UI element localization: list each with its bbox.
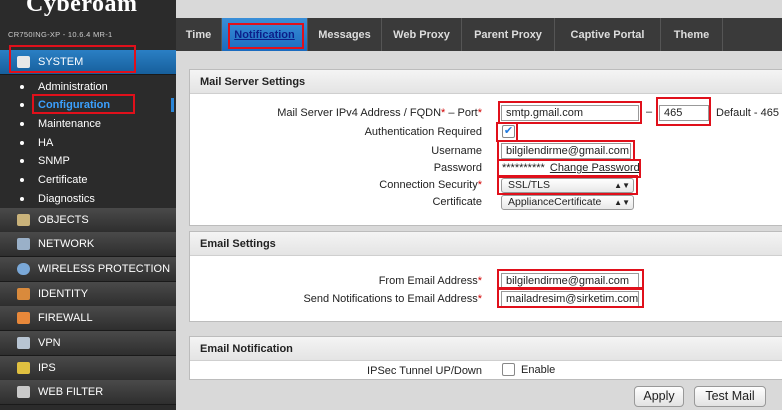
bullet-icon (20, 196, 24, 201)
mail-server-address-input[interactable]: smtp.gmail.com (501, 105, 639, 121)
sidebar-section-web-filter[interactable]: WEB FILTER (0, 380, 176, 405)
change-password-link[interactable]: Change Password (550, 162, 640, 174)
brand-logo: Cyberoam (26, 0, 138, 17)
sidebar-section-network[interactable]: NETWORK (0, 232, 176, 257)
sidebar-item-administration[interactable]: Administration (0, 77, 176, 96)
sidebar-section-vpn[interactable]: VPN (0, 331, 176, 356)
ipsec-label: IPSec Tunnel UP/Down (367, 365, 482, 377)
tab-parent-proxy[interactable]: Parent Proxy (462, 18, 555, 51)
tab-bar: Time Notification Messages Web Proxy Par… (176, 18, 782, 51)
tab-web-proxy[interactable]: Web Proxy (382, 18, 462, 51)
enable-label: Enable (521, 364, 556, 376)
connection-security-select[interactable]: SSL/TLS ▲▼ (501, 178, 634, 193)
email-notification-panel: Email Notification (189, 336, 782, 380)
test-mail-button[interactable]: Test Mail (694, 386, 766, 407)
sidebar-item-maintenance[interactable]: Maintenance (0, 114, 176, 133)
email-settings-panel: Email Settings (189, 231, 782, 322)
panel-title: Email Settings (190, 232, 782, 256)
sidebar-item-configuration[interactable]: Configuration (0, 95, 176, 114)
sidebar-section-objects[interactable]: OBJECTS (0, 208, 176, 233)
select-arrow-icon: ▲▼ (614, 198, 630, 207)
select-arrow-icon: ▲▼ (614, 181, 630, 190)
tab-time[interactable]: Time (176, 18, 222, 51)
sidebar-section-label: SYSTEM (38, 56, 84, 68)
certificate-label: Certificate (432, 196, 482, 208)
vpn-icon (17, 337, 30, 349)
password-label: Password (433, 162, 482, 174)
auth-label: Authentication Required (364, 126, 482, 138)
from-email-label: From Email Address* (378, 275, 482, 287)
web-filter-icon (17, 386, 30, 398)
panel-title: Mail Server Settings (190, 70, 782, 94)
tab-notification[interactable]: Notification (222, 18, 308, 51)
objects-icon (17, 214, 30, 226)
bullet-icon (20, 121, 24, 126)
port-input[interactable]: 465 (659, 105, 709, 121)
to-email-input[interactable]: mailadresim@sirketim.com (501, 291, 639, 307)
bullet-icon (20, 84, 24, 89)
system-icon (17, 56, 30, 68)
port-dash: – (646, 106, 653, 118)
mail-server-panel: Mail Server Settings (189, 69, 782, 226)
bullet-icon (20, 140, 24, 145)
password-field[interactable]: ********** Change Password (502, 162, 640, 174)
auth-checkbox[interactable]: ✔ (502, 125, 515, 138)
sidebar-item-diagnostics[interactable]: Diagnostics (0, 189, 176, 208)
bullet-icon (20, 158, 24, 163)
sidebar-section-ips[interactable]: IPS (0, 356, 176, 381)
sidebar-item-certificate[interactable]: Certificate (0, 170, 176, 189)
username-label: Username (431, 145, 482, 157)
port-default-text: Default - 465 (716, 107, 779, 119)
panel-title: Email Notification (190, 337, 782, 361)
certificate-select[interactable]: ApplianceCertificate ▲▼ (501, 195, 634, 210)
network-icon (17, 238, 30, 250)
sidebar-section-wireless-protection[interactable]: WIRELESS PROTECTION (0, 257, 176, 282)
tab-messages[interactable]: Messages (308, 18, 382, 51)
sidebar-section-identity[interactable]: IDENTITY (0, 282, 176, 307)
ipsec-enable-checkbox[interactable] (502, 363, 515, 376)
sidebar: Cyberoam CR750ING-XP - 10.6.4 MR-1 SYSTE… (0, 0, 176, 410)
from-email-input[interactable]: bilgilendirme@gmail.com (501, 273, 639, 289)
bullet-icon (20, 102, 24, 107)
password-mask: ********** (502, 162, 545, 174)
sidebar-section-firewall[interactable]: FIREWALL (0, 306, 176, 331)
ips-icon (17, 362, 30, 374)
model-version: CR750ING-XP - 10.6.4 MR-1 (8, 30, 113, 39)
sidebar-section-system[interactable]: SYSTEM (0, 50, 176, 75)
tab-captive-portal[interactable]: Captive Portal (555, 18, 661, 51)
bullet-icon (20, 177, 24, 182)
sidebar-item-snmp[interactable]: SNMP (0, 151, 176, 170)
security-label: Connection Security* (379, 179, 482, 191)
apply-button[interactable]: Apply (634, 386, 684, 407)
username-input[interactable]: bilgilendirme@gmail.com (501, 143, 631, 159)
wireless-icon (17, 263, 30, 275)
to-email-label: Send Notifications to Email Address* (303, 293, 482, 305)
firewall-icon (17, 312, 30, 324)
sidebar-item-ha[interactable]: HA (0, 133, 176, 152)
tab-theme[interactable]: Theme (661, 18, 723, 51)
identity-icon (17, 288, 30, 300)
address-label: Mail Server IPv4 Address / FQDN* – Port* (277, 107, 482, 119)
